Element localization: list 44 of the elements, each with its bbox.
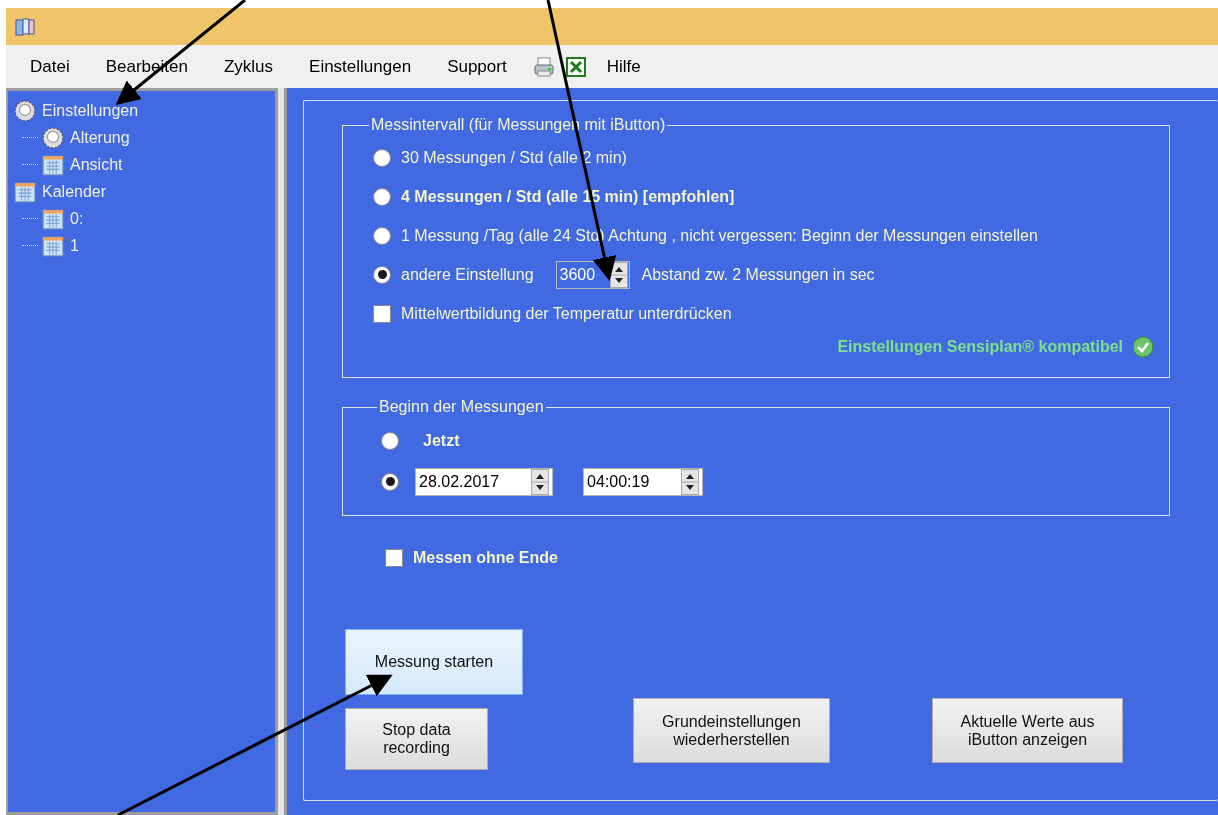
date-field[interactable]: 28.02.2017 bbox=[415, 467, 554, 496]
gear-icon bbox=[14, 99, 36, 122]
menu-item[interactable]: Hilfe bbox=[588, 56, 659, 77]
start-button[interactable]: Messung starten bbox=[345, 629, 523, 695]
checkbox[interactable] bbox=[373, 304, 391, 323]
unit-label: Abstand zw. 2 Messungen in sec bbox=[641, 265, 875, 284]
calendar-icon bbox=[14, 180, 36, 203]
spreadsheet-icon[interactable] bbox=[564, 55, 587, 78]
time-field[interactable]: 04:00:19 bbox=[583, 467, 704, 496]
menu-item[interactable]: Datei bbox=[12, 56, 88, 77]
option-label: Jetzt bbox=[423, 431, 460, 450]
tree-item[interactable]: 0: bbox=[70, 209, 84, 228]
radio-button[interactable] bbox=[381, 431, 399, 450]
tree-item[interactable]: 1 bbox=[70, 236, 79, 255]
stop-button[interactable]: Stop data recording bbox=[345, 708, 488, 770]
tree-item[interactable]: Kalender bbox=[42, 182, 107, 201]
calendar-icon bbox=[42, 234, 64, 257]
checkbox[interactable] bbox=[385, 548, 403, 567]
radio-button[interactable] bbox=[373, 148, 391, 167]
calendar-icon bbox=[42, 153, 64, 176]
compatibility-label: Einstellungen Sensiplan® kompatibel bbox=[837, 338, 1123, 356]
option-label: andere Einstellung bbox=[401, 265, 534, 284]
spinner-arrows-icon[interactable] bbox=[681, 468, 700, 495]
spinner-arrows-icon[interactable] bbox=[609, 261, 628, 288]
radio-button[interactable] bbox=[381, 472, 399, 491]
radio-button[interactable] bbox=[373, 265, 391, 284]
calendar-icon bbox=[42, 207, 64, 230]
app-icon bbox=[15, 16, 35, 37]
radio-button[interactable] bbox=[373, 226, 391, 245]
printer-icon[interactable] bbox=[532, 55, 555, 78]
spinner-arrows-icon[interactable] bbox=[531, 468, 550, 495]
menu-item[interactable]: Einstellungen bbox=[291, 56, 430, 77]
menu-item[interactable]: Zyklus bbox=[205, 56, 292, 77]
show-values-button[interactable]: Aktuelle Werte aus iButton anzeigen bbox=[932, 698, 1123, 763]
tree-item[interactable]: Alterung bbox=[70, 128, 130, 147]
checkbox-label: Mittelwertbildung der Temperatur unterdrücken bbox=[401, 304, 732, 323]
tree-item[interactable]: Ansicht bbox=[70, 155, 123, 174]
tree-item[interactable]: Einstellungen bbox=[42, 101, 139, 120]
radio-button[interactable] bbox=[373, 187, 391, 206]
gear-icon bbox=[42, 126, 64, 149]
group-title: Beginn der Messungen bbox=[378, 398, 545, 416]
menu-item[interactable]: Support bbox=[429, 56, 525, 77]
reset-button[interactable]: Grundeinstellungen wiederherstellen bbox=[633, 698, 830, 763]
checkbox-label: Messen ohne Ende bbox=[413, 548, 558, 567]
